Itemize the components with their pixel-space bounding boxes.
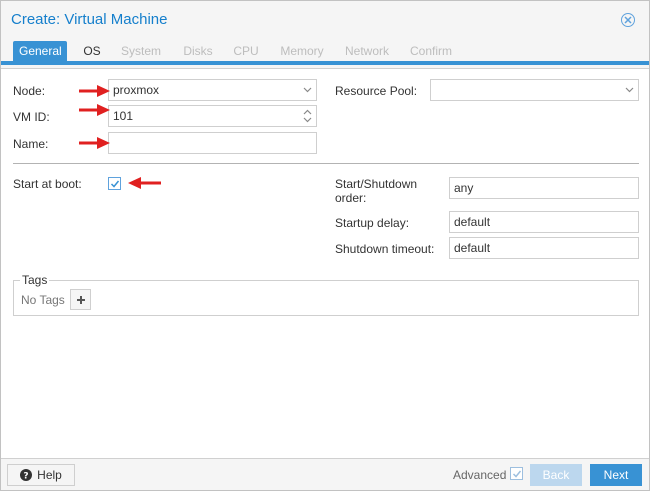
shutdown-timeout-input[interactable]: default bbox=[449, 237, 639, 259]
dialog-title: Create: Virtual Machine bbox=[11, 11, 168, 28]
dialog-titlebar: Create: Virtual Machine bbox=[1, 1, 649, 37]
tab-general[interactable]: General bbox=[13, 41, 67, 62]
question-circle-icon: ? bbox=[20, 469, 33, 482]
name-label: Name: bbox=[13, 137, 49, 151]
node-select[interactable]: proxmox bbox=[108, 79, 317, 101]
chevron-down-icon[interactable] bbox=[298, 80, 316, 100]
startup-delay-label: Startup delay: bbox=[335, 216, 410, 230]
shutdown-timeout-label: Shutdown timeout: bbox=[335, 242, 435, 256]
no-tags-text: No Tags bbox=[21, 293, 65, 307]
resource-pool-select[interactable] bbox=[430, 79, 639, 101]
node-value: proxmox bbox=[113, 83, 160, 97]
close-icon[interactable] bbox=[621, 13, 635, 27]
start-order-label-line2: order: bbox=[335, 191, 367, 205]
start-order-input[interactable]: any bbox=[449, 177, 639, 199]
next-button[interactable]: Next bbox=[590, 464, 642, 486]
checkmark-icon bbox=[512, 470, 521, 478]
start-order-label: Start/Shutdown order: bbox=[335, 177, 417, 205]
start-order-label-line1: Start/Shutdown bbox=[335, 177, 418, 191]
dialog-footer: ? Help Advanced Back Next bbox=[1, 458, 649, 490]
help-label: Help bbox=[37, 468, 62, 482]
svg-text:?: ? bbox=[24, 472, 29, 482]
start-at-boot-checkbox[interactable] bbox=[108, 177, 121, 190]
resource-pool-label: Resource Pool: bbox=[335, 84, 418, 98]
add-tag-button[interactable] bbox=[70, 289, 91, 310]
startup-delay-input[interactable]: default bbox=[449, 211, 639, 233]
red-arrow-icon bbox=[79, 85, 110, 97]
back-button[interactable]: Back bbox=[530, 464, 582, 486]
tags-legend: Tags bbox=[20, 273, 50, 287]
chevron-down-icon[interactable] bbox=[620, 80, 638, 100]
shutdown-timeout-value: default bbox=[454, 241, 491, 255]
tab-network[interactable]: Network bbox=[338, 41, 396, 61]
red-arrow-icon bbox=[79, 104, 110, 116]
red-arrow-icon bbox=[128, 177, 161, 189]
spinner-arrows-icon[interactable] bbox=[298, 106, 316, 126]
section-divider bbox=[13, 163, 639, 164]
general-panel: Node: proxmox VM ID: 101 Name: Resource … bbox=[1, 68, 649, 458]
start-at-boot-label: Start at boot: bbox=[13, 177, 82, 191]
tags-fieldset: Tags No Tags bbox=[13, 273, 639, 316]
help-button[interactable]: ? Help bbox=[7, 464, 75, 486]
tab-disks[interactable]: Disks bbox=[177, 41, 219, 61]
tab-system[interactable]: System bbox=[115, 41, 167, 61]
start-order-value: any bbox=[454, 181, 474, 195]
checkmark-icon bbox=[110, 180, 119, 188]
startup-delay-value: default bbox=[454, 215, 491, 229]
vmid-value: 101 bbox=[113, 109, 134, 123]
wizard-tabbar: General OS System Disks CPU Memory Netwo… bbox=[1, 39, 649, 65]
tab-confirm[interactable]: Confirm bbox=[403, 41, 459, 61]
tab-cpu[interactable]: CPU bbox=[227, 41, 265, 61]
create-vm-dialog: Create: Virtual Machine General OS Syste… bbox=[0, 0, 650, 491]
vmid-label: VM ID: bbox=[13, 110, 50, 124]
tab-memory[interactable]: Memory bbox=[273, 41, 331, 61]
vmid-input[interactable]: 101 bbox=[108, 105, 317, 127]
tab-os[interactable]: OS bbox=[77, 41, 107, 61]
node-label: Node: bbox=[13, 84, 46, 98]
advanced-label: Advanced bbox=[453, 468, 507, 482]
red-arrow-icon bbox=[79, 137, 110, 149]
name-input[interactable] bbox=[108, 132, 317, 154]
advanced-checkbox[interactable] bbox=[510, 467, 523, 480]
plus-icon bbox=[76, 295, 85, 304]
